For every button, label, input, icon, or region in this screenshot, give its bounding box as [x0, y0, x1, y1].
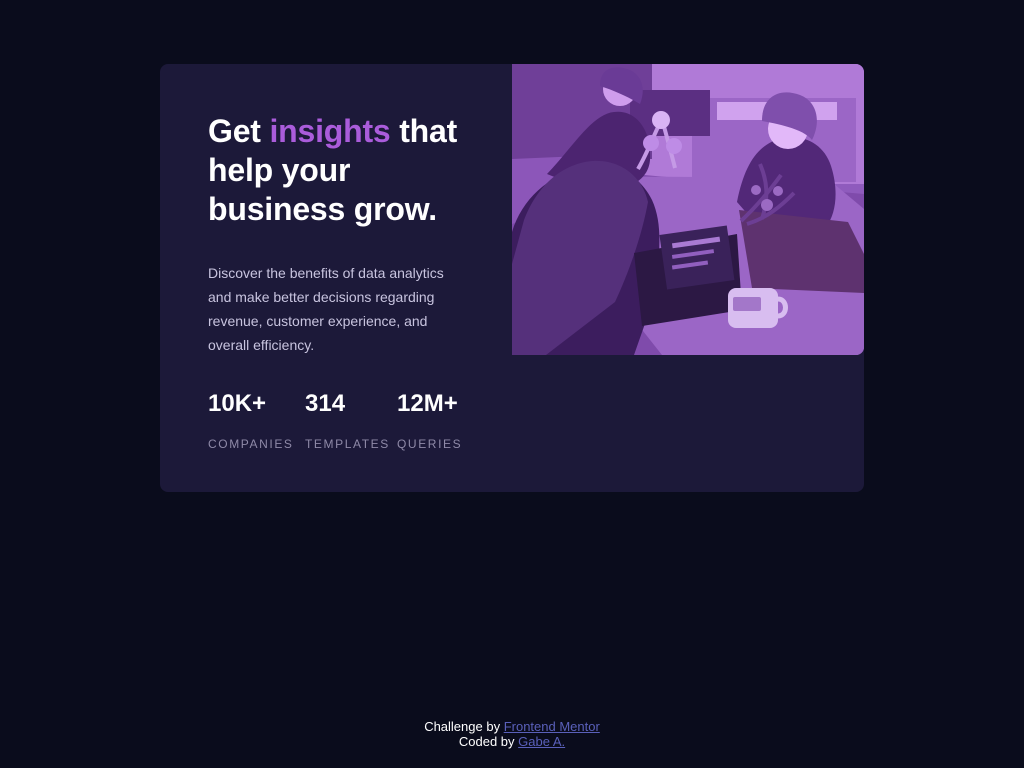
- stat-value: 12M+: [397, 390, 458, 417]
- attribution-footer: Challenge by Frontend Mentor Coded by Ga…: [0, 719, 1024, 749]
- stat-companies: 10K+ COMPANIES: [208, 390, 305, 451]
- stat-label: COMPANIES: [208, 437, 294, 451]
- stats-card: Get insights that help your business gro…: [160, 64, 864, 492]
- headline: Get insights that help your business gro…: [208, 112, 488, 229]
- gabe-a-link[interactable]: Gabe A.: [518, 734, 565, 749]
- stat-value: 10K+: [208, 390, 267, 417]
- challenge-prefix: Challenge by: [424, 719, 504, 734]
- stat-queries: 12M+ QUERIES: [397, 390, 477, 451]
- stat-templates: 314 TEMPLATES: [305, 390, 397, 451]
- stat-label: TEMPLATES: [305, 437, 390, 451]
- description: Discover the benefits of data analytics …: [208, 265, 444, 353]
- card-content: Get insights that help your business gro…: [208, 112, 488, 357]
- frontend-mentor-link[interactable]: Frontend Mentor: [504, 719, 600, 734]
- image-panel: [512, 64, 864, 355]
- headline-accent: insights: [269, 113, 391, 149]
- stat-value: 314: [305, 390, 346, 417]
- team-meeting-photo: [512, 64, 864, 355]
- coder-attribution: Coded by Gabe A.: [0, 734, 1024, 749]
- stat-label: QUERIES: [397, 437, 463, 451]
- headline-part-1: Get: [208, 113, 270, 149]
- coded-prefix: Coded by: [458, 734, 519, 749]
- stats-row: 10K+ COMPANIES 314 TEMPLATES 12M+ QUERIE…: [208, 390, 477, 451]
- challenge-attribution: Challenge by Frontend Mentor: [0, 719, 1024, 734]
